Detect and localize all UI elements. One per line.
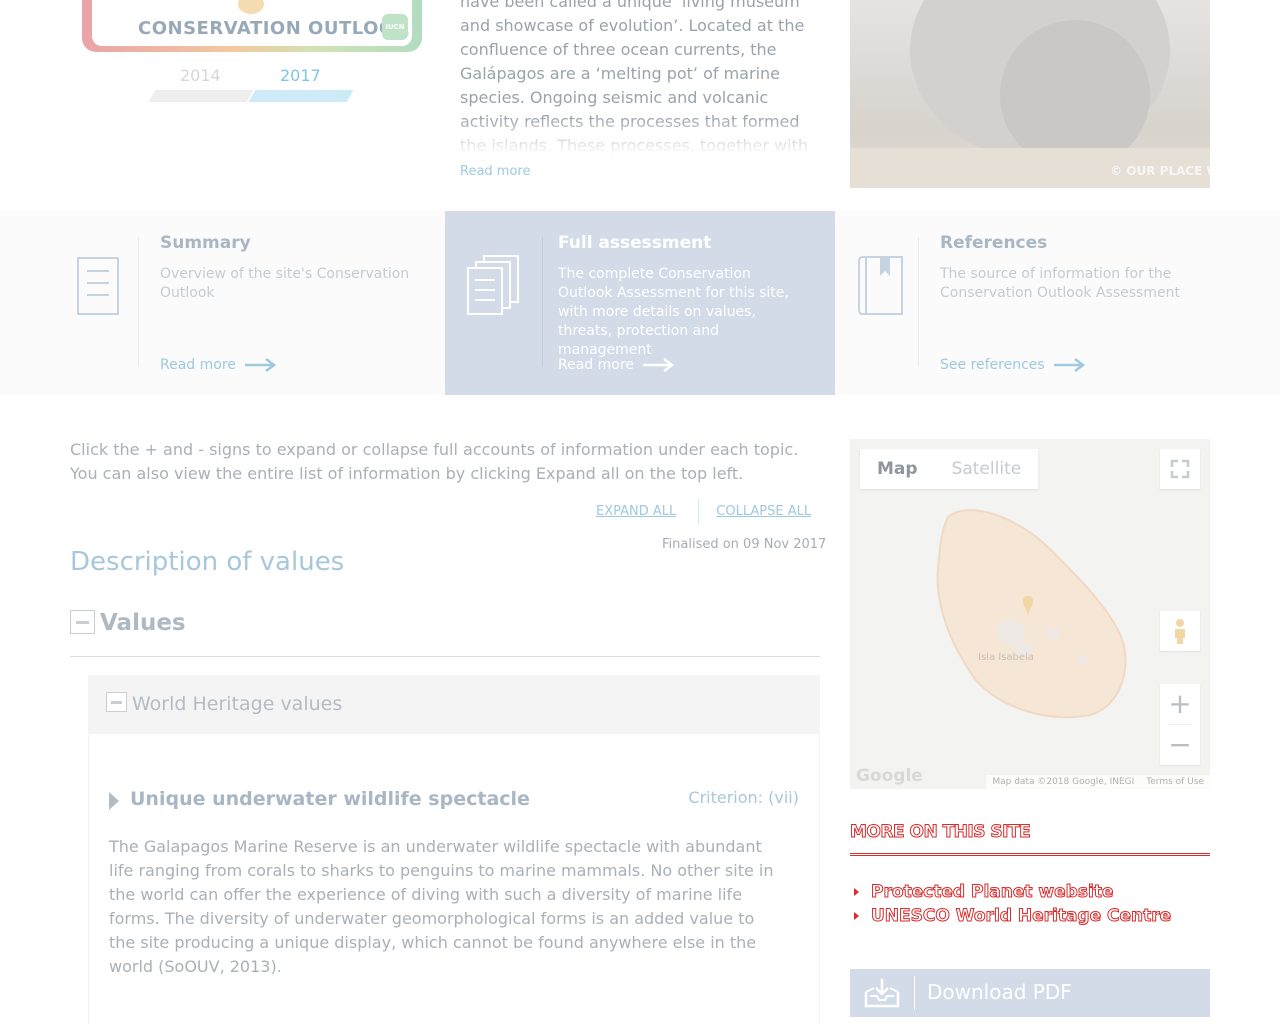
tab-references-desc: The source of information for the Conser… [940,266,1180,301]
expand-collapse-toggles: EXPAND ALL COLLAPSE ALL [596,498,811,524]
expand-all-link[interactable]: EXPAND ALL [596,504,676,519]
bullet-arrow-icon [854,912,859,920]
tab-references-title: References [940,233,1048,253]
tab-full-assessment-title: Full assessment [558,233,712,253]
collapse-world-heritage-values-icon[interactable] [106,692,127,712]
zoom-in-button[interactable]: + [1160,684,1200,724]
expand-collapse-instructions: Click the + and - signs to expand or col… [70,440,799,483]
year-2017[interactable]: 2017 [280,66,321,85]
iucn-logo: IUCN [382,14,408,40]
arrow-right-icon [642,358,674,372]
photo-credit: © OUR PLACE WO [1110,164,1210,178]
arrow-right-icon [1053,358,1085,372]
full-assessment-read-more-link[interactable]: Read more [558,357,674,373]
street-view-pegman-button[interactable] [1160,611,1200,651]
tab-references[interactable]: References The source of information for… [835,211,1280,395]
google-logo: Google [856,766,923,786]
tab-summary-desc: Overview of the site's Conservation Outl… [160,266,410,301]
unesco-whc-link[interactable]: UNESCO World Heritage Centre [850,904,1172,928]
protected-planet-link-label: Protected Planet website [870,882,1114,903]
values-title: Values [100,610,186,636]
map-place-label: Isla Isabela [978,652,1034,663]
fullscreen-icon [1170,459,1190,479]
document-icon [77,257,119,315]
intro-read-more-link[interactable]: Read more [460,164,530,179]
collapse-values-icon[interactable] [70,610,95,634]
world-heritage-values-header[interactable]: World Heritage values [88,675,820,734]
value-item-criterion: Criterion: (vii) [688,788,799,807]
site-map[interactable]: Isla Isabela Map Satellite + − Google Ma… [850,439,1210,789]
section-heading: Description of values [70,547,345,577]
fullscreen-button[interactable] [1160,449,1200,489]
year-2017-bar[interactable] [248,90,354,102]
pegman-icon [1175,619,1185,644]
value-item-description: The Galapagos Marine Reserve is an under… [109,837,774,976]
zoom-controls: + − [1160,684,1200,765]
year-2014-bar[interactable] [148,90,254,102]
conservation-outlook-badge: CONSERVATION OUTLOOK IUCN [82,0,422,52]
top-section: CONSERVATION OUTLOOK IUCN 2014 2017 have… [0,0,1280,210]
zoom-out-button[interactable]: − [1160,725,1200,765]
map-data-attribution: Map data ©2018 Google, INEGI [992,777,1135,787]
book-icon [858,256,903,315]
see-references-link[interactable]: See references [940,357,1085,373]
see-references-label: See references [940,357,1045,373]
bullet-arrow-icon [854,888,859,896]
documents-stack-icon [467,255,519,315]
tab-full-assessment-desc: The complete Conservation Outlook Assess… [558,266,789,358]
value-item-title[interactable]: Unique underwater wildlife spectacle [130,788,530,810]
summary-read-more-link[interactable]: Read more [160,357,276,373]
summary-read-more-label: Read more [160,357,236,373]
tab-summary-title: Summary [160,233,251,253]
tab-full-assessment[interactable]: Full assessment The complete Conservatio… [445,211,835,395]
collapse-all-link[interactable]: COLLAPSE ALL [716,504,811,519]
map-type-toggle: Map Satellite [860,449,1039,489]
values-header[interactable]: Values [70,608,820,657]
download-pdf-label: Download PDF [927,980,1072,1004]
map-terms-link[interactable]: Terms of Use [1146,775,1204,789]
more-on-this-site-links: Protected Planet website UNESCO World He… [850,880,1172,928]
finalised-date: Finalised on 09 Nov 2017 [662,537,827,552]
value-item: Unique underwater wildlife spectacle Cri… [88,734,820,1024]
map-type-map-button[interactable]: Map [860,449,935,489]
outlook-badge-title: CONSERVATION OUTLOOK [138,18,410,39]
map-terrain [936,509,1127,719]
arrow-right-icon [244,358,276,372]
protected-planet-link[interactable]: Protected Planet website [850,880,1171,904]
download-pdf-button[interactable]: Download PDF [850,969,1210,1017]
more-on-this-site-title: MORE ON THIS SITE [849,822,1031,843]
site-intro-text: have been called a unique ‘living museum… [460,0,812,156]
full-assessment-read-more-label: Read more [558,357,634,373]
expand-caret-icon[interactable] [109,792,119,810]
site-photo: © OUR PLACE WO [850,0,1210,188]
download-tray-icon [864,979,900,1008]
map-attribution: Map data ©2018 Google, INEGI Terms of Us… [986,775,1210,789]
unesco-whc-link-label: UNESCO World Heritage Centre [870,906,1172,927]
year-2014[interactable]: 2014 [180,66,221,85]
map-type-satellite-button[interactable]: Satellite [935,449,1039,489]
more-on-this-site-heading: MORE ON THIS SITE [849,822,1210,856]
world-heritage-values-title: World Heritage values [132,693,343,715]
tab-summary[interactable]: Summary Overview of the site's Conservat… [0,211,445,395]
